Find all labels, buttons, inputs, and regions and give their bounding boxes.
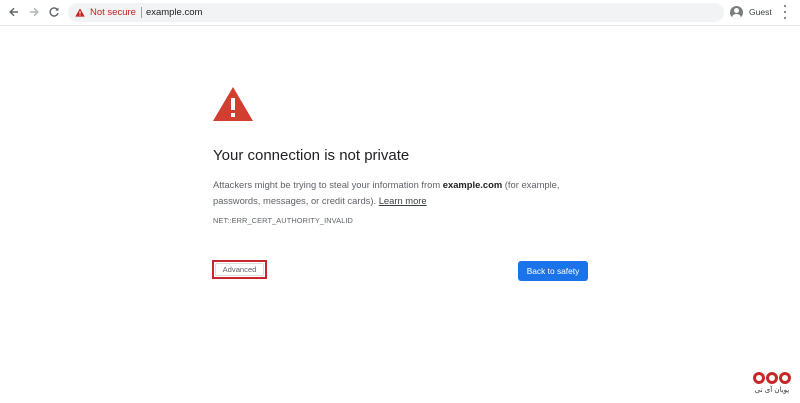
more-vertical-icon[interactable] [782, 5, 788, 19]
watermark-circles [748, 372, 796, 384]
warning-triangle-icon [212, 86, 254, 127]
reload-button[interactable] [45, 3, 63, 21]
back-to-safety-button[interactable]: Back to safety [518, 261, 588, 281]
person-icon [730, 5, 743, 19]
explanation-domain: example.com [442, 179, 503, 190]
arrow-left-icon [9, 7, 18, 17]
page-title: Your connection is not private [213, 147, 410, 164]
profile-name: Guest [749, 7, 772, 17]
forward-button[interactable] [25, 3, 43, 21]
arrow-right-icon [30, 7, 39, 17]
address-bar[interactable]: Not secure example.com [68, 3, 724, 22]
watermark-logo: پویان آی تی [748, 372, 796, 398]
profile-button[interactable]: Guest [730, 3, 772, 21]
watermark-text: پویان آی تی [754, 386, 790, 394]
advanced-button[interactable]: Advanced [215, 263, 264, 276]
omnibox-divider [140, 7, 142, 18]
reload-icon [49, 7, 59, 17]
not-secure-label[interactable]: Not secure [90, 7, 136, 18]
browser-toolbar: Not secure example.com Guest [0, 0, 800, 26]
url-text[interactable]: example.com [146, 7, 203, 18]
back-button[interactable] [5, 3, 23, 21]
explanation-prefix: Attackers might be trying to steal your … [213, 179, 443, 190]
learn-more-link[interactable]: Learn more [379, 195, 427, 206]
explanation-text: Attackers might be trying to steal your … [213, 177, 593, 208]
warning-triangle-icon[interactable] [75, 8, 85, 17]
error-code: NET::ERR_CERT_AUTHORITY_INVALID [213, 216, 353, 225]
